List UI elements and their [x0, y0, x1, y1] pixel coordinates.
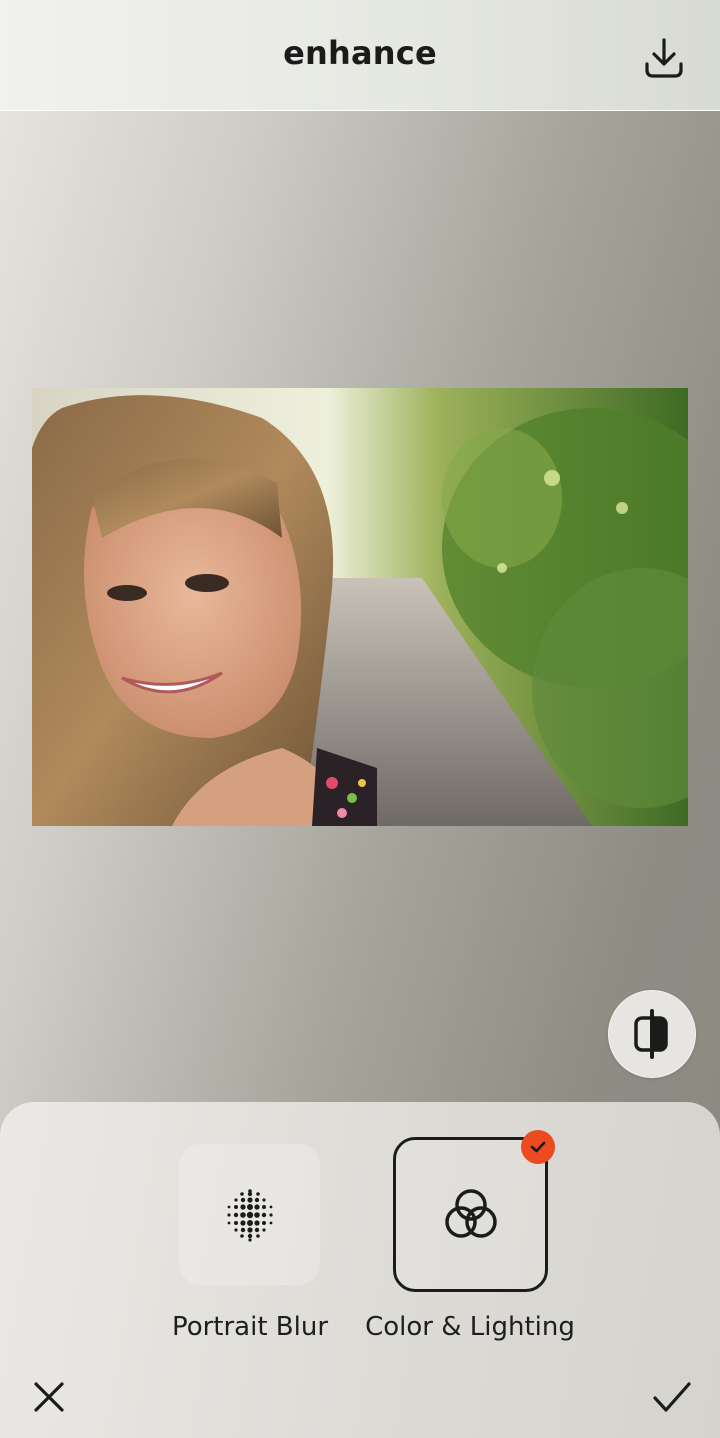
download-button[interactable] [636, 30, 692, 86]
interlocking-rings-icon [444, 1188, 497, 1238]
edited-photo [32, 388, 688, 826]
compare-button[interactable] [608, 990, 696, 1078]
selected-badge [521, 1130, 555, 1164]
top-bar: enhance [0, 0, 720, 111]
close-button[interactable] [24, 1372, 74, 1422]
page-title: enhance [283, 34, 437, 72]
download-icon [645, 38, 683, 78]
portrait-image [32, 388, 688, 826]
tool-color-lighting[interactable] [393, 1137, 548, 1292]
tool-panel [0, 1102, 720, 1438]
apply-button[interactable] [646, 1372, 698, 1424]
tool-label-color-lighting: Color & Lighting [365, 1312, 575, 1342]
close-icon [34, 1382, 64, 1412]
tool-portrait-blur[interactable] [179, 1144, 320, 1285]
compare-split-icon [634, 1009, 668, 1059]
tool-label-portrait-blur: Portrait Blur [171, 1312, 329, 1342]
checkmark-icon [530, 1141, 546, 1153]
checkmark-icon [653, 1382, 691, 1412]
dot-grid-icon [226, 1188, 273, 1242]
